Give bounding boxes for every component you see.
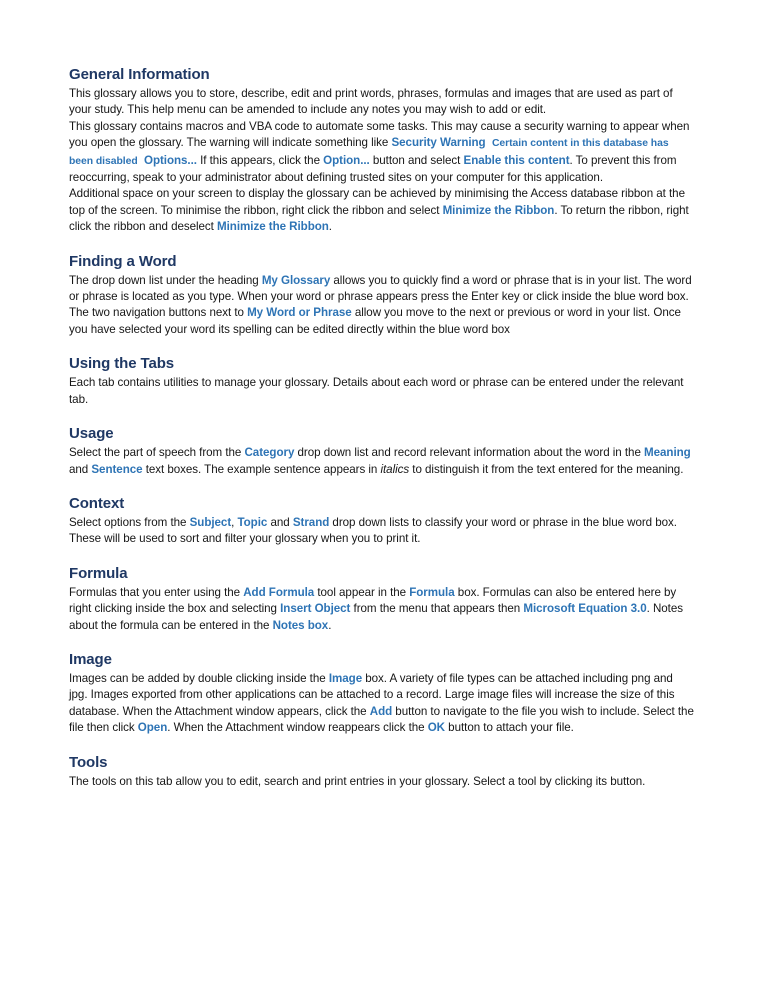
section-heading: Context	[69, 494, 125, 512]
text-run: . When the Attachment window reappears c…	[167, 721, 428, 735]
section-heading: Usage	[69, 425, 114, 443]
document-section: Formula Formulas that you enter using the…	[69, 565, 694, 634]
section-heading: Using the Tabs	[69, 355, 174, 373]
text-run: If this appears, click the	[196, 153, 324, 167]
paragraph: Additional space on your screen to displ…	[69, 186, 694, 235]
section-heading: Image	[69, 650, 112, 668]
accent-term: Image	[328, 671, 363, 685]
accent-term: Meaning	[644, 446, 691, 460]
paragraph: Images can be added by double clicking i…	[69, 671, 694, 737]
text-run: Select options from the	[69, 515, 190, 529]
text-run: drop down list and record relevant infor…	[294, 446, 645, 460]
document-section: Using the Tabs Each tab contains utilitie…	[69, 355, 694, 408]
section-heading: Tools	[69, 753, 108, 771]
text-run: and	[69, 462, 92, 476]
section-heading: Formula	[69, 564, 128, 582]
accent-term: My Glossary	[261, 273, 331, 287]
paragraph: The tools on this tab allow you to edit,…	[69, 774, 694, 790]
accent-term: Add Formula	[243, 585, 315, 599]
text-run: .	[328, 220, 332, 234]
accent-term: Options...	[143, 153, 197, 167]
text-run: .	[328, 618, 332, 632]
document-section: Finding a Word The drop down list under t…	[69, 253, 694, 339]
document-section: Image Images can be added by double click…	[69, 651, 694, 737]
text-run: Select the part of speech from the	[69, 446, 245, 460]
paragraph: This glossary contains macros and VBA co…	[69, 119, 694, 187]
accent-term: Subject	[189, 515, 232, 529]
paragraph: The drop down list under the heading My …	[69, 273, 694, 339]
text-run: Images can be added by double clicking i…	[69, 671, 329, 685]
accent-term: My Word or Phrase	[247, 306, 352, 320]
text-run: to distinguish it from the text entered …	[409, 462, 684, 476]
accent-term: Microsoft Equation 3.0	[523, 602, 647, 616]
document-section: Usage Select the part of speech from the …	[69, 425, 694, 478]
text-run: The drop down list under the heading	[69, 273, 262, 287]
text-run: text boxes. The example sentence appears…	[142, 462, 381, 476]
accent-term: Security Warning	[391, 136, 486, 150]
accent-term: Formula	[409, 585, 455, 599]
document-section: Context Select options from the Subject, …	[69, 495, 694, 548]
accent-term: Add	[369, 704, 393, 718]
text-run: This glossary allows you to store, descr…	[69, 87, 673, 117]
accent-term: Topic	[237, 515, 268, 529]
accent-term: Insert Object	[280, 602, 351, 616]
accent-term: Open	[137, 721, 168, 735]
paragraph: Select options from the Subject, Topic a…	[69, 515, 694, 548]
accent-term: Minimize the Ribbon	[442, 203, 555, 217]
section-heading: General Information	[69, 66, 210, 83]
paragraph: Select the part of speech from the Categ…	[69, 445, 694, 478]
accent-term: Enable this content	[463, 153, 570, 167]
document-page: General Information This glossary allows …	[0, 0, 768, 994]
paragraph: This glossary allows you to store, descr…	[69, 86, 694, 119]
text-run: from the menu that appears then	[350, 602, 524, 616]
section-heading: Finding a Word	[69, 252, 177, 270]
accent-term: Category	[244, 446, 295, 460]
document-body: General Information This glossary allows …	[69, 66, 694, 790]
text-run: The tools on this tab allow you to edit,…	[69, 774, 646, 788]
document-section: General Information This glossary allows …	[69, 66, 694, 236]
text-run: Each tab contains utilities to manage yo…	[69, 376, 684, 406]
accent-term: Option...	[323, 153, 370, 167]
accent-term: Strand	[292, 515, 330, 529]
accent-term: Minimize the Ribbon	[217, 220, 329, 234]
paragraph: Each tab contains utilities to manage yo…	[69, 375, 694, 408]
text-run: tool appear in the	[314, 585, 410, 599]
accent-term: OK	[427, 721, 446, 735]
text-run: button and select	[369, 153, 464, 167]
accent-term: Notes box	[272, 618, 329, 632]
text-run: and	[267, 515, 293, 529]
document-section: Tools The tools on this tab allow you to …	[69, 754, 694, 790]
accent-term: Sentence	[91, 462, 143, 476]
text-run: Formulas that you enter using the	[69, 585, 244, 599]
paragraph: Formulas that you enter using the Add Fo…	[69, 585, 694, 634]
italic-term: italics	[380, 462, 410, 476]
text-run: button to attach your file.	[445, 721, 574, 735]
